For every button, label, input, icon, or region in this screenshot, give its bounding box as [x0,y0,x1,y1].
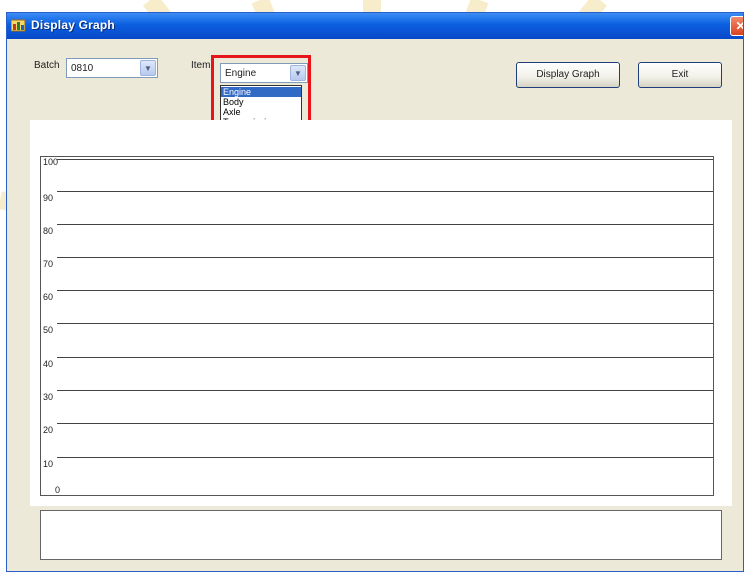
y-tick-label: 30 [43,392,54,402]
chevron-down-icon[interactable]: ▼ [140,60,156,76]
graph-area: 100 90 80 70 60 50 40 30 20 10 0 [40,156,714,496]
y-tick-label: 0 [55,485,61,495]
y-tick-label: 40 [43,359,54,369]
batch-value: 0810 [71,63,94,74]
grid-line [57,390,713,391]
grid-line [57,159,713,160]
y-tick-label: 60 [43,292,54,302]
grid-line [57,290,713,291]
exit-button[interactable]: Exit [638,62,722,88]
title-bar[interactable]: Display Graph ✕ [7,13,743,39]
grid-line [57,457,713,458]
y-tick-label: 90 [43,193,54,203]
batch-label: Batch [34,60,60,71]
batch-combo[interactable]: 0810 ▼ [66,58,158,78]
y-tick-label: 20 [43,425,54,435]
y-tick-label: 80 [43,226,54,236]
y-tick-label: 70 [43,259,54,269]
grid-line [57,224,713,225]
grid-line [57,357,713,358]
grid-line [57,323,713,324]
display-graph-button[interactable]: Display Graph [516,62,620,88]
grid-line [57,257,713,258]
status-text-box[interactable] [40,510,722,560]
y-tick-label: 50 [43,325,54,335]
item-label: Item [191,60,211,71]
y-tick-label: 10 [43,459,54,469]
grid-line [57,191,713,192]
app-window-icon [11,19,26,32]
window-title: Display Graph [31,18,115,32]
grid-line [57,423,713,424]
close-icon[interactable]: ✕ [730,16,743,36]
y-tick-label: 100 [43,157,59,167]
